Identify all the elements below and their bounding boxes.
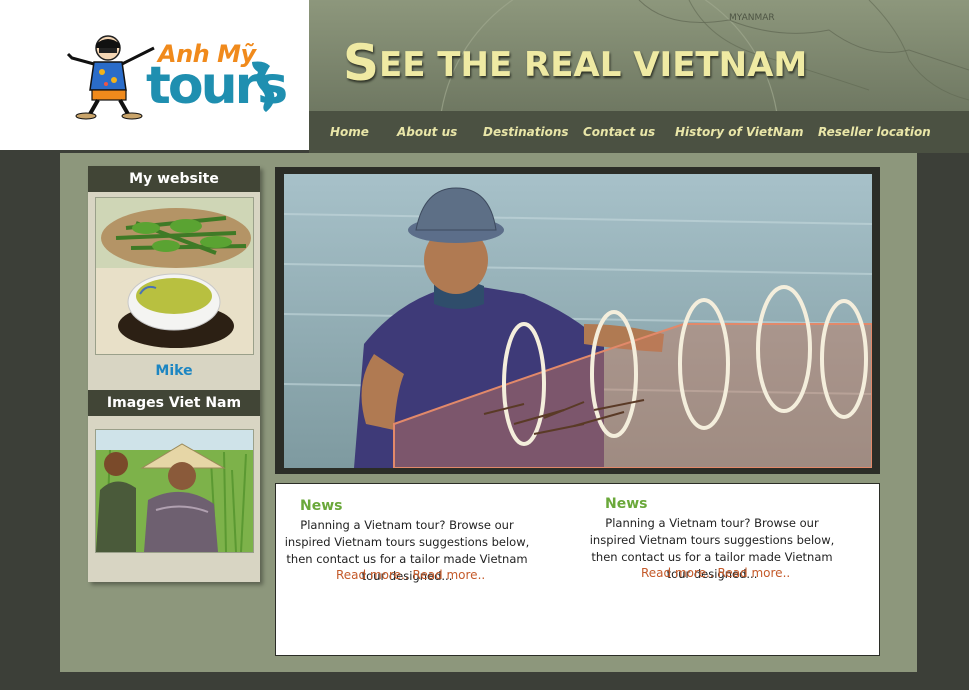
sidebar-heading-my-website: My website: [88, 166, 260, 192]
header-banner: MYANMAR SEE THE REAL VIETNAM: [309, 0, 969, 111]
news-title: News: [605, 496, 648, 512]
news-section: News Planning a Vietnam tour? Browse our…: [275, 483, 880, 656]
nav-about-us[interactable]: About us: [397, 125, 457, 139]
read-more-links: Read more.. Read more..: [336, 568, 485, 582]
read-more-link[interactable]: Read more..: [413, 568, 486, 582]
news-title: News: [300, 498, 343, 514]
read-more-links: Read more.. Read more..: [641, 566, 790, 580]
featured-photo-frame: [275, 167, 880, 474]
main-navigation: Home About us Destinations Contact us Hi…: [309, 111, 969, 153]
read-more-link[interactable]: Read more..: [336, 568, 409, 582]
sidebar-heading-images: Images Viet Nam: [88, 390, 260, 416]
banner-title-rest: EE THE REAL VIETNAM: [379, 45, 808, 85]
mascot-icon: [66, 35, 155, 120]
nav-contact-us[interactable]: Contact us: [583, 125, 655, 139]
nav-home[interactable]: Home: [330, 125, 369, 139]
read-more-link[interactable]: Read more..: [718, 566, 791, 580]
map-label: MYANMAR: [729, 13, 775, 23]
sidebar: My website Mike Images Viet Nam: [88, 166, 260, 582]
vietnam-map-icon: [252, 61, 275, 112]
banner-title: SEE THE REAL VIETNAM: [343, 30, 808, 92]
sidebar-name-link[interactable]: Mike: [88, 363, 260, 379]
banner-title-initial: S: [343, 34, 380, 92]
nav-history-of-vietnam[interactable]: History of VietNam: [675, 125, 804, 139]
tea-image[interactable]: [95, 197, 254, 355]
nav-destinations[interactable]: Destinations: [483, 125, 569, 139]
vietnam-people-image[interactable]: [95, 429, 254, 553]
read-more-link[interactable]: Read more..: [641, 566, 714, 580]
fisherman-photo[interactable]: [284, 174, 872, 468]
site-logo[interactable]: Anh Mỹ tours: [0, 0, 309, 150]
nav-reseller-location[interactable]: Reseller location: [818, 125, 931, 139]
